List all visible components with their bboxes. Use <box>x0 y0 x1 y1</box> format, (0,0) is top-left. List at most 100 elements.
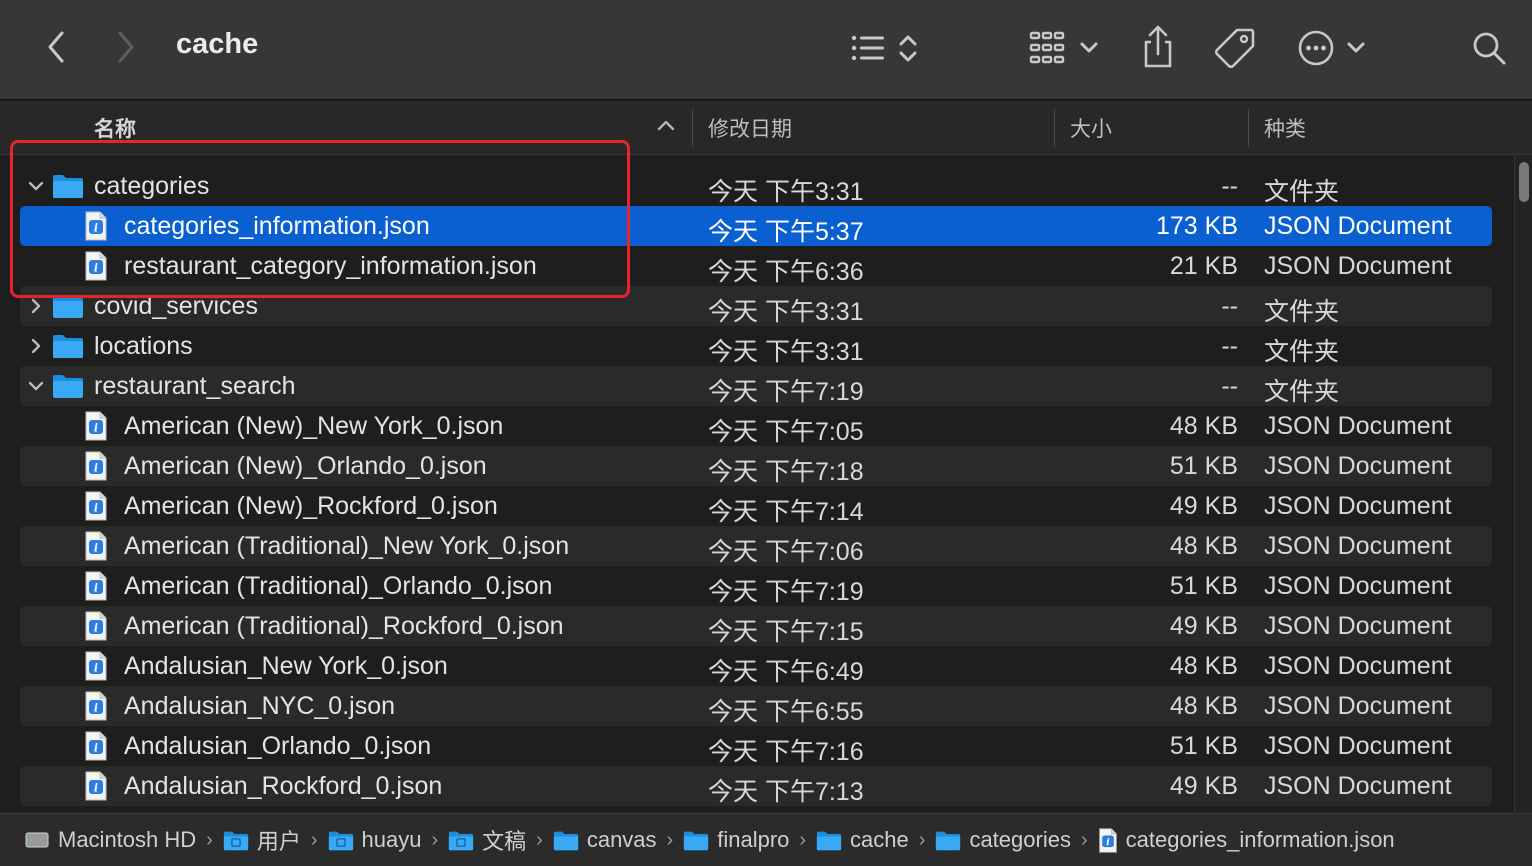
modified-date: 今天 下午3:31 <box>708 338 864 366</box>
window-title: cache <box>176 28 259 60</box>
disclosure-collapsed-icon[interactable] <box>24 334 48 358</box>
modified-date: 今天 下午7:14 <box>708 498 864 526</box>
list-item[interactable]: restaurant_search 今天 下午7:19 -- 文件夹 <box>20 366 1492 406</box>
tag-icon <box>1214 28 1255 69</box>
column-divider[interactable] <box>1248 109 1249 147</box>
list-item[interactable]: i restaurant_category_information.json 今天 … <box>20 246 1492 286</box>
json-file-icon: i <box>84 211 108 248</box>
file-name: American (New)_Orlando_0.json <box>124 452 487 480</box>
file-kind: 文件夹 <box>1264 178 1340 206</box>
column-header-name[interactable]: 名称 <box>94 113 136 143</box>
documents-folder-icon <box>448 830 474 851</box>
share-icon <box>1144 25 1172 68</box>
sort-ascending-icon[interactable] <box>656 117 676 138</box>
file-kind: JSON Document <box>1264 612 1452 640</box>
file-kind: JSON Document <box>1264 772 1452 800</box>
modified-date: 今天 下午7:05 <box>708 418 864 446</box>
list-item[interactable]: i American (New)_New York_0.json 今天 下午7:05… <box>20 406 1492 446</box>
json-file-icon: i <box>84 691 108 728</box>
json-file-icon: i <box>84 651 108 688</box>
breadcrumb-label: cache <box>850 827 909 852</box>
list-item[interactable]: i Andalusian_Orlando_0.json 今天 下午7:16 51 KB… <box>20 726 1492 766</box>
file-name: Andalusian_NYC_0.json <box>124 692 396 720</box>
file-name: covid_services <box>94 292 258 320</box>
tag-button[interactable] <box>1210 24 1260 72</box>
breadcrumb-separator-icon: › <box>310 828 318 851</box>
toolbar: cache <box>0 0 1532 100</box>
file-kind: JSON Document <box>1264 212 1452 240</box>
disclosure-expanded-icon[interactable] <box>24 174 48 198</box>
list-item[interactable]: i American (New)_Orlando_0.json 今天 下午7:18 5… <box>20 446 1492 486</box>
file-size: 48 KB <box>1169 692 1238 720</box>
breadcrumb-label: Macintosh HD <box>58 827 197 852</box>
breadcrumb-item[interactable]: huayu <box>328 827 422 853</box>
folder-icon <box>683 830 709 851</box>
list-item[interactable]: i categories_information.json 今天 下午5:37 173… <box>20 206 1492 246</box>
modified-date: 今天 下午5:37 <box>708 218 864 246</box>
modified-date: 今天 下午6:49 <box>708 658 864 686</box>
breadcrumb-item[interactable]: Macintosh HD <box>24 827 196 853</box>
file-kind: JSON Document <box>1264 532 1452 560</box>
group-view-button[interactable] <box>1026 26 1106 70</box>
svg-text:i: i <box>94 462 98 475</box>
list-item[interactable]: i Andalusian_Rockford_0.json 今天 下午7:13 49 K… <box>20 766 1492 806</box>
column-header-size[interactable]: 大小 <box>1070 113 1112 143</box>
disclosure-collapsed-icon[interactable] <box>24 294 48 318</box>
column-header-date[interactable]: 修改日期 <box>708 113 792 143</box>
modified-date: 今天 下午7:19 <box>708 378 864 406</box>
breadcrumb-separator-icon: › <box>206 828 213 851</box>
list-item[interactable]: i American (Traditional)_New York_0.json 今… <box>20 526 1492 566</box>
json-file-icon: i <box>84 571 108 608</box>
svg-text:i: i <box>94 502 98 515</box>
vertical-scrollbar[interactable] <box>1514 156 1532 812</box>
breadcrumb-separator-icon: › <box>1080 828 1088 851</box>
breadcrumb-item[interactable]: finalpro <box>683 827 789 853</box>
breadcrumb-item[interactable]: i categories_information.json <box>1098 827 1395 853</box>
breadcrumb-item[interactable]: cache <box>816 827 909 853</box>
more-actions-button[interactable] <box>1294 24 1370 72</box>
breadcrumb-item[interactable]: 用户 <box>223 824 301 856</box>
modified-date: 今天 下午6:36 <box>708 258 864 286</box>
disclosure-expanded-icon[interactable] <box>24 374 48 398</box>
file-name: categories_information.json <box>124 212 430 240</box>
file-name: American (Traditional)_Orlando_0.json <box>124 572 553 600</box>
breadcrumb-item[interactable]: canvas <box>553 827 657 853</box>
list-item[interactable]: i American (New)_Rockford_0.json 今天 下午7:14… <box>20 486 1492 526</box>
folder-icon <box>52 373 84 406</box>
column-divider[interactable] <box>1054 109 1055 147</box>
file-name: categories <box>94 172 210 200</box>
list-item[interactable]: i American (Traditional)_Orlando_0.json 今天… <box>20 566 1492 606</box>
svg-text:i: i <box>94 662 98 675</box>
grid-view-icon <box>1029 31 1098 64</box>
list-item[interactable]: locations 今天 下午3:31 -- 文件夹 <box>20 326 1492 366</box>
svg-text:i: i <box>94 782 98 795</box>
breadcrumb-item[interactable]: categories <box>935 827 1071 853</box>
breadcrumb-item[interactable]: 文稿 <box>448 824 526 856</box>
list-item[interactable]: i Andalusian_NYC_0.json 今天 下午6:55 48 KB JSON… <box>20 686 1492 726</box>
search-button[interactable] <box>1466 24 1512 72</box>
file-name: Andalusian_Orlando_0.json <box>124 732 432 760</box>
column-divider[interactable] <box>692 109 693 147</box>
column-header-kind[interactable]: 种类 <box>1264 113 1306 143</box>
file-name: restaurant_search <box>94 372 296 400</box>
list-item[interactable]: i American (Traditional)_Rockford_0.json 今… <box>20 606 1492 646</box>
modified-date: 今天 下午7:18 <box>708 458 864 486</box>
list-item[interactable]: categories 今天 下午3:31 -- 文件夹 <box>20 166 1492 206</box>
forward-button[interactable] <box>106 26 146 68</box>
modified-date: 今天 下午3:31 <box>708 178 864 206</box>
scrollbar-thumb[interactable] <box>1519 162 1529 202</box>
folder-icon <box>816 830 842 851</box>
breadcrumb-label: categories <box>969 827 1071 852</box>
back-button[interactable] <box>36 26 76 68</box>
list-item[interactable]: i Andalusian_New York_0.json 今天 下午6:49 48 K… <box>20 646 1492 686</box>
file-kind: JSON Document <box>1264 572 1452 600</box>
list-item[interactable]: covid_services 今天 下午3:31 -- 文件夹 <box>20 286 1492 326</box>
list-view-button[interactable] <box>846 26 926 70</box>
file-size: 48 KB <box>1169 412 1238 440</box>
share-button[interactable] <box>1136 22 1180 72</box>
file-size: 51 KB <box>1169 732 1238 760</box>
breadcrumb-label: huayu <box>361 827 422 852</box>
file-name: locations <box>94 332 193 360</box>
file-size: 49 KB <box>1169 612 1238 640</box>
svg-text:i: i <box>94 422 98 435</box>
